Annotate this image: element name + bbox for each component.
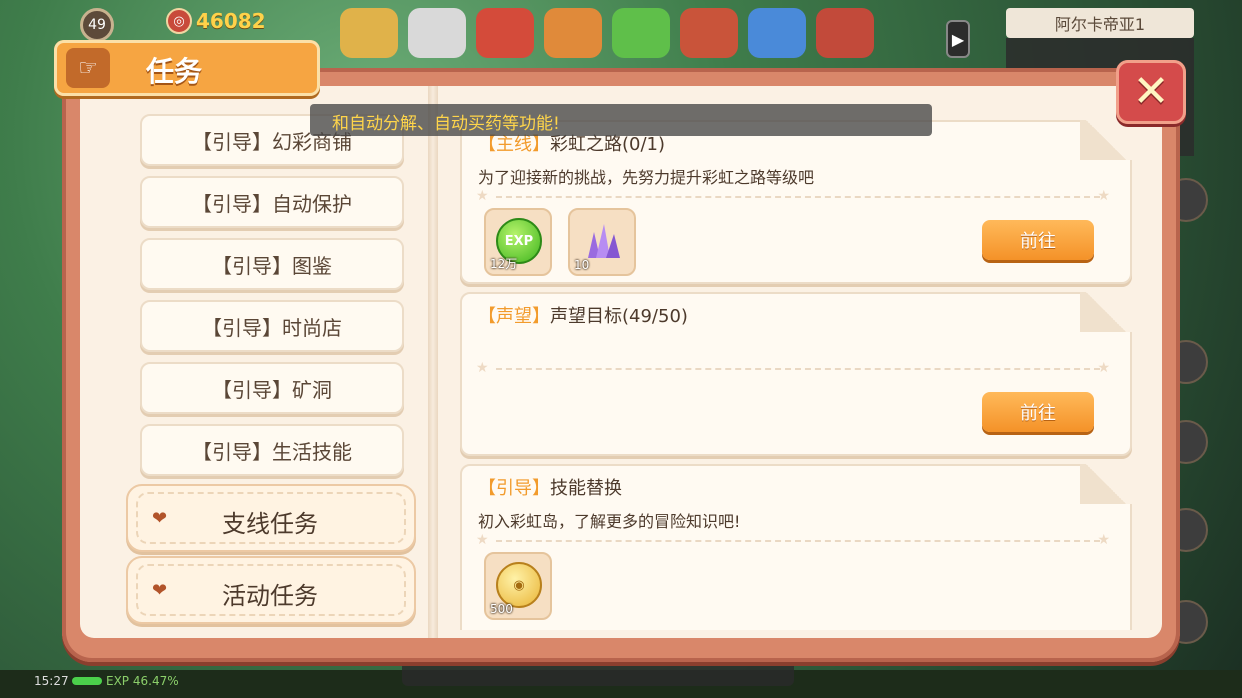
reward-count: 10 <box>574 258 590 272</box>
guide-item[interactable]: 【引导】图鉴 <box>140 238 404 290</box>
crown-shortcut-icon[interactable] <box>680 8 738 58</box>
reward-count: 12万 <box>490 257 518 271</box>
guide-item[interactable]: 【引导】生活技能 <box>140 424 404 476</box>
divider <box>496 540 1100 542</box>
quest-tag: 【声望】 <box>478 306 550 327</box>
close-button[interactable]: ✕ <box>1116 60 1186 124</box>
reward-slot[interactable]: EXP 12万 <box>484 208 552 276</box>
guide-item[interactable]: 【引导】矿洞 <box>140 362 404 414</box>
crystal-shortcut-icon[interactable] <box>748 8 806 58</box>
quest-category-list: 【引导】幻彩商铺 【引导】自动保护 【引导】图鉴 【引导】时尚店 【引导】矿洞 … <box>104 92 434 624</box>
currency-display: ◎ 46082 <box>166 8 266 34</box>
quest-panel: 【引导】幻彩商铺 【引导】自动保护 【引导】图鉴 【引导】时尚店 【引导】矿洞 … <box>62 68 1180 662</box>
category-label: 支线任务 <box>222 510 318 538</box>
map-name: 阿尔卡帝亚1 <box>1006 8 1194 38</box>
close-icon: ✕ <box>1132 66 1170 117</box>
category-label: 活动任务 <box>222 582 318 610</box>
star-icon: ★ <box>476 532 489 548</box>
quest-title: 【声望】声望目标(49/50) <box>478 306 688 327</box>
exp-bar <box>72 677 102 685</box>
quest-description: 初入彩虹岛，了解更多的冒险知识吧! <box>478 512 741 531</box>
reward-slot[interactable]: 10 <box>568 208 636 276</box>
quest-description: 为了迎接新的挑战，先努力提升彩虹之路等级吧 <box>478 168 815 187</box>
star-icon: ★ <box>476 188 489 204</box>
book-spine <box>428 86 438 638</box>
category-side-quests[interactable]: ❤ 支线任务 <box>126 484 416 552</box>
quest-book-pages: 【引导】幻彩商铺 【引导】自动保护 【引导】图鉴 【引导】时尚店 【引导】矿洞 … <box>80 86 1162 638</box>
fist-shortcut-icon[interactable] <box>476 8 534 58</box>
panel-title: 任务 <box>146 55 203 88</box>
currency-value: 46082 <box>196 9 266 33</box>
exp-text: EXP 46.47% <box>106 674 179 688</box>
toast-text: 和自动分解、自动买药等功能! <box>332 114 560 134</box>
shop-shortcut-icon[interactable] <box>816 8 874 58</box>
wechat-shortcut-icon[interactable] <box>612 8 670 58</box>
clock: 15:27 <box>34 674 69 688</box>
star-icon: ★ <box>1097 532 1110 548</box>
guide-item[interactable]: 【引导】时尚店 <box>140 300 404 352</box>
statue-shortcut-icon[interactable] <box>408 8 466 58</box>
panel-title-tab: ☞ 任务 <box>54 40 320 96</box>
hud-expand-arrow-icon[interactable]: ▶ <box>946 20 970 58</box>
gift-shortcut-icon[interactable] <box>544 8 602 58</box>
toast-notification: 和自动分解、自动买药等功能! <box>310 104 932 136</box>
chevron-down-icon: ❤ <box>152 580 168 601</box>
go-button[interactable]: 前往 <box>982 220 1094 260</box>
hud-shortcuts <box>340 8 874 58</box>
quest-tag: 【引导】 <box>478 478 550 499</box>
quest-card: 【主线】彩虹之路(0/1) 为了迎接新的挑战，先努力提升彩虹之路等级吧 ★ ★ … <box>460 120 1132 284</box>
star-icon: ★ <box>1097 188 1110 204</box>
quest-title: 【引导】技能替换 <box>478 478 622 499</box>
star-icon: ★ <box>1097 360 1110 376</box>
divider <box>496 368 1100 370</box>
star-icon: ★ <box>476 360 489 376</box>
quest-tag: 【主线】 <box>478 134 550 155</box>
guide-item[interactable]: 【引导】自动保护 <box>140 176 404 228</box>
quest-detail-list: 【主线】彩虹之路(0/1) 为了迎接新的挑战，先努力提升彩虹之路等级吧 ★ ★ … <box>460 92 1150 630</box>
currency-icon: ◎ <box>166 8 192 34</box>
reward-slot[interactable]: ◉ 500 <box>484 552 552 620</box>
quest-card: 【声望】声望目标(49/50) ★ ★ 前往 <box>460 292 1132 456</box>
reward-count: 500 <box>490 602 513 616</box>
quest-hand-icon: ☞ <box>66 48 110 88</box>
hero-shortcut-icon[interactable] <box>340 8 398 58</box>
divider <box>496 196 1100 198</box>
player-level-badge: 49 <box>80 8 114 42</box>
go-button[interactable]: 前往 <box>982 392 1094 432</box>
quest-card: 【引导】技能替换 初入彩虹岛，了解更多的冒险知识吧! ★ ★ ◉ 500 <box>460 464 1132 630</box>
chevron-down-icon: ❤ <box>152 508 168 529</box>
category-event-quests[interactable]: ❤ 活动任务 <box>126 556 416 624</box>
